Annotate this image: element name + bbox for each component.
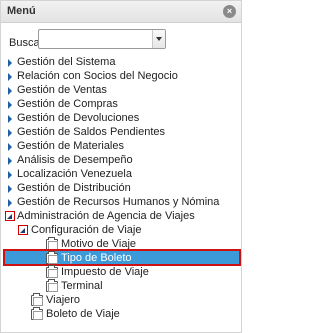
- tree-item-devoluciones[interactable]: Gestión de Devoluciones: [1, 111, 241, 125]
- tree-item-label[interactable]: Relación con Socios del Negocio: [17, 69, 178, 83]
- tree-item-boleto-viaje[interactable]: Boleto de Viaje: [1, 307, 241, 321]
- search-input[interactable]: [41, 32, 151, 46]
- tree-item-label[interactable]: Análisis de Desempeño: [17, 153, 133, 167]
- expand-arrow-icon[interactable]: [8, 115, 12, 123]
- tree-item-label[interactable]: Configuración de Viaje: [31, 223, 141, 237]
- tree-item-terminal[interactable]: Terminal: [1, 279, 241, 293]
- chevron-down-icon[interactable]: [152, 30, 165, 48]
- tree-item-label[interactable]: Gestión de Distribución: [17, 181, 131, 195]
- expand-arrow-icon[interactable]: [8, 199, 12, 207]
- tree-item-agencia-viajes[interactable]: Administración de Agencia de Viajes: [1, 209, 241, 223]
- expand-arrow-icon[interactable]: [8, 101, 12, 109]
- folder-icon: [46, 265, 58, 278]
- collapse-arrow-icon[interactable]: [5, 211, 15, 221]
- expand-arrow-icon[interactable]: [8, 143, 12, 151]
- tree-item-label[interactable]: Viajero: [46, 293, 80, 307]
- search-row: Buscar:: [1, 29, 241, 49]
- tree-item-impuesto-viaje[interactable]: Impuesto de Viaje: [1, 265, 241, 279]
- tree-item-rrhh[interactable]: Gestión de Recursos Humanos y Nómina: [1, 195, 241, 209]
- tree-item-label[interactable]: Gestión de Ventas: [17, 83, 107, 97]
- tree-item-label[interactable]: Gestión de Saldos Pendientes: [17, 125, 165, 139]
- tree-item-label[interactable]: Administración de Agencia de Viajes: [17, 209, 195, 223]
- folder-icon: [31, 307, 43, 320]
- expand-arrow-icon[interactable]: [8, 185, 12, 193]
- folder-icon: [31, 293, 43, 306]
- collapse-arrow-icon[interactable]: [18, 225, 28, 235]
- tree-item-ventas[interactable]: Gestión de Ventas: [1, 83, 241, 97]
- folder-icon: [46, 251, 58, 264]
- tree-item-label[interactable]: Impuesto de Viaje: [61, 265, 149, 279]
- folder-icon: [46, 279, 58, 292]
- tree-item-label[interactable]: Boleto de Viaje: [46, 307, 120, 321]
- tree-item-label[interactable]: Gestión del Sistema: [17, 55, 115, 69]
- tree-item-tipo-boleto[interactable]: Tipo de Boleto: [1, 251, 241, 265]
- expand-arrow-icon[interactable]: [8, 73, 12, 81]
- tree-item-label[interactable]: Gestión de Compras: [17, 97, 118, 111]
- menu-header: Menú ×: [1, 1, 241, 23]
- tree-item-saldos[interactable]: Gestión de Saldos Pendientes: [1, 125, 241, 139]
- search-combobox[interactable]: [38, 29, 166, 49]
- tree-item-distribucion[interactable]: Gestión de Distribución: [1, 181, 241, 195]
- menu-panel: Menú × Buscar: Gestión del Sistema Relac…: [0, 0, 242, 333]
- close-icon[interactable]: ×: [223, 5, 236, 18]
- expand-arrow-icon[interactable]: [8, 59, 12, 67]
- expand-arrow-icon[interactable]: [8, 171, 12, 179]
- tree-item-desempeno[interactable]: Análisis de Desempeño: [1, 153, 241, 167]
- tree-item-viajero[interactable]: Viajero: [1, 293, 241, 307]
- tree-item-label[interactable]: Gestión de Materiales: [17, 139, 124, 153]
- expand-arrow-icon[interactable]: [8, 157, 12, 165]
- tree-item-label[interactable]: Terminal: [61, 279, 103, 293]
- tree-item-configuracion-viaje[interactable]: Configuración de Viaje: [1, 223, 241, 237]
- tree-item-label[interactable]: Tipo de Boleto: [61, 251, 132, 265]
- tree-item-gestion-sistema[interactable]: Gestión del Sistema: [1, 55, 241, 69]
- tree-item-localizacion[interactable]: Localización Venezuela: [1, 167, 241, 181]
- tree-item-label[interactable]: Gestión de Recursos Humanos y Nómina: [17, 195, 219, 209]
- tree-item-compras[interactable]: Gestión de Compras: [1, 97, 241, 111]
- menu-title: Menú: [7, 5, 36, 17]
- tree-item-label[interactable]: Localización Venezuela: [17, 167, 132, 181]
- tree-item-relacion-socios[interactable]: Relación con Socios del Negocio: [1, 69, 241, 83]
- tree-item-materiales[interactable]: Gestión de Materiales: [1, 139, 241, 153]
- expand-arrow-icon[interactable]: [8, 87, 12, 95]
- tree-item-label[interactable]: Gestión de Devoluciones: [17, 111, 139, 125]
- expand-arrow-icon[interactable]: [8, 129, 12, 137]
